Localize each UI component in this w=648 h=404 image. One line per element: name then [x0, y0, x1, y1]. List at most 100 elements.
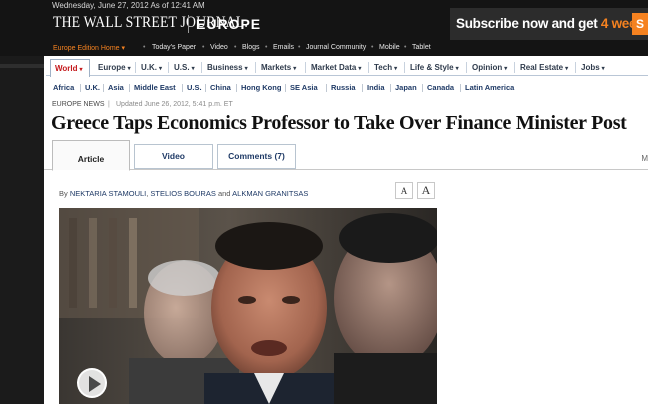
nav-divider	[168, 62, 169, 73]
author-link[interactable]: STELIOS BOURAS	[150, 189, 215, 198]
secnav-todays-paper[interactable]: Today's Paper	[152, 44, 196, 51]
nav-markets[interactable]: Markets ▾	[257, 59, 296, 76]
secnav-separator: •	[202, 44, 205, 51]
edition-divider	[188, 15, 189, 33]
play-button[interactable]	[77, 368, 107, 398]
page-content: World ▾ Europe ▾ U.K. ▾ U.S. ▾ Business ▾ Mar…	[44, 56, 648, 404]
nav-europe-label: Europe	[98, 63, 126, 72]
nav-divider	[575, 62, 576, 73]
region-divider	[236, 84, 237, 92]
nav-uk[interactable]: U.K. ▾	[137, 59, 162, 76]
edition-label[interactable]: EUROPE	[196, 16, 261, 32]
region-hong-kong[interactable]: Hong Kong	[241, 83, 281, 92]
region-divider	[362, 84, 363, 92]
byline-prefix: By	[59, 189, 70, 198]
nav-opinion[interactable]: Opinion ▾	[468, 59, 507, 76]
nav-business-label: Business	[207, 63, 243, 72]
secnav-edition-home[interactable]: Europe Edition Home ▾	[53, 44, 125, 52]
chevron-down-icon: ▾	[191, 66, 195, 72]
secnav-mobile[interactable]: Mobile	[379, 44, 400, 51]
secondary-nav: Europe Edition Home ▾ • Today's Paper • …	[0, 42, 648, 56]
nav-jobs-label: Jobs	[581, 63, 600, 72]
nav-divider	[255, 62, 256, 73]
tab-comments[interactable]: Comments (7)	[217, 144, 296, 169]
nav-jobs[interactable]: Jobs ▾	[577, 59, 605, 76]
nav-uk-label: U.K.	[141, 63, 157, 72]
primary-nav: World ▾ Europe ▾ U.K. ▾ U.S. ▾ Business ▾ Mar…	[46, 59, 648, 77]
chevron-down-icon: ▾	[244, 66, 248, 72]
article-updated: Updated June 26, 2012, 5:41 p.m. ET	[116, 101, 233, 108]
nav-markets-label: Markets	[261, 63, 292, 72]
byline: By NEKTARIA STAMOULI, STELIOS BOURAS and…	[59, 189, 308, 198]
region-divider	[103, 84, 104, 92]
region-divider	[422, 84, 423, 92]
region-middle-east[interactable]: Middle East	[134, 83, 176, 92]
region-divider	[460, 84, 461, 92]
side-label: M	[641, 154, 648, 163]
secnav-separator: •	[404, 44, 407, 51]
region-nav: Africa U.K. Asia Middle East U.S. China …	[44, 80, 648, 96]
promo-text: Subscribe now and get 4 weeks free	[456, 16, 648, 31]
nav-life-style[interactable]: Life & Style ▾	[406, 59, 459, 76]
region-divider	[205, 84, 206, 92]
region-japan[interactable]: Japan	[395, 83, 417, 92]
nav-europe[interactable]: Europe ▾	[94, 59, 131, 76]
author-link[interactable]: ALKMAN GRANITSAS	[232, 189, 308, 198]
chevron-down-icon: ▾	[565, 66, 569, 72]
region-uk[interactable]: U.K.	[85, 83, 100, 92]
nav-divider	[466, 62, 467, 73]
tab-video[interactable]: Video	[134, 144, 213, 169]
secnav-video[interactable]: Video	[210, 44, 228, 51]
chevron-down-icon: ▾	[79, 67, 83, 73]
region-se-asia[interactable]: SE Asia	[290, 83, 318, 92]
author-link[interactable]: NEKTARIA STAMOULI	[70, 189, 146, 198]
nav-life-style-label: Life & Style	[410, 63, 454, 72]
secnav-emails[interactable]: Emails	[273, 44, 294, 51]
nav-world[interactable]: World ▾	[50, 59, 90, 77]
secnav-separator: •	[371, 44, 374, 51]
nav-us[interactable]: U.S. ▾	[170, 59, 195, 76]
font-size-large-button[interactable]: A	[417, 182, 435, 199]
chevron-down-icon: ▾	[358, 66, 362, 72]
secnav-separator: •	[234, 44, 237, 51]
nav-business[interactable]: Business ▾	[203, 59, 248, 76]
region-us[interactable]: U.S.	[187, 83, 202, 92]
region-china[interactable]: China	[210, 83, 231, 92]
nav-market-data-label: Market Data	[311, 63, 357, 72]
nav-real-estate[interactable]: Real Estate ▾	[516, 59, 568, 76]
article-category[interactable]: EUROPE NEWS	[52, 101, 105, 108]
article-photo[interactable]	[59, 208, 437, 404]
nav-us-label: U.S.	[174, 63, 190, 72]
region-canada[interactable]: Canada	[427, 83, 454, 92]
font-size-small-button[interactable]: A	[395, 182, 413, 199]
region-africa[interactable]: Africa	[53, 83, 74, 92]
secnav-journal-community[interactable]: Journal Community	[306, 44, 366, 51]
nav-real-estate-label: Real Estate	[520, 63, 564, 72]
region-asia[interactable]: Asia	[108, 83, 124, 92]
left-margin	[0, 56, 44, 404]
play-icon	[89, 376, 101, 392]
secnav-blogs[interactable]: Blogs	[242, 44, 260, 51]
chevron-down-icon: ▾	[504, 66, 508, 72]
region-divider	[182, 84, 183, 92]
promo-text-main: Subscribe now and get	[456, 16, 601, 31]
nav-market-data[interactable]: Market Data ▾	[307, 59, 361, 76]
chevron-down-icon: ▾	[394, 66, 398, 72]
nav-world-label: World	[55, 64, 78, 73]
article-headline: Greece Taps Economics Professor to Take …	[51, 112, 627, 134]
secnav-tablet[interactable]: Tablet	[412, 44, 431, 51]
nav-divider	[514, 62, 515, 73]
byline-separator: and	[215, 189, 233, 198]
region-divider	[129, 84, 130, 92]
region-russia[interactable]: Russia	[331, 83, 356, 92]
region-latin-america[interactable]: Latin America	[465, 83, 514, 92]
chevron-down-icon: ▾	[127, 66, 131, 72]
tab-article[interactable]: Article	[52, 140, 130, 171]
nav-tech[interactable]: Tech ▾	[370, 59, 397, 76]
region-divider	[285, 84, 286, 92]
region-india[interactable]: India	[367, 83, 385, 92]
nav-divider	[305, 62, 306, 73]
subscribe-button[interactable]: S	[632, 13, 648, 35]
subscribe-promo[interactable]: Subscribe now and get 4 weeks free S	[450, 8, 648, 40]
left-margin-stripe	[0, 64, 44, 68]
